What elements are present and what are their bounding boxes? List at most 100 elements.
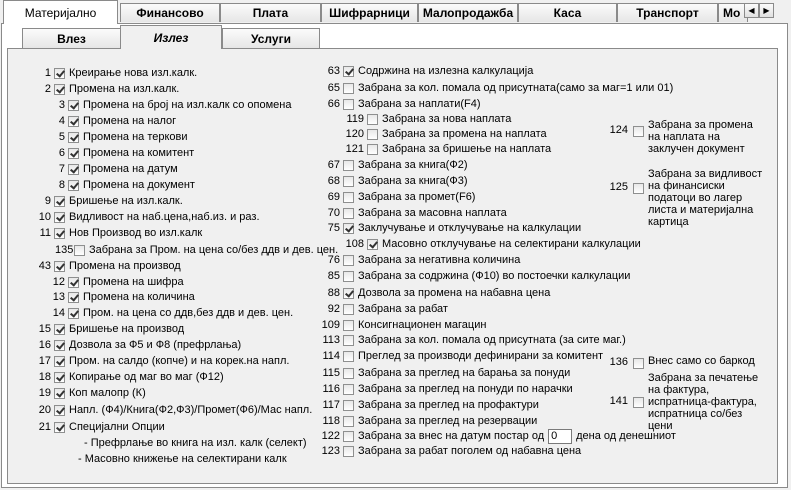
tab-plata[interactable]: Плата: [220, 3, 321, 22]
permission-checkbox[interactable]: [633, 183, 644, 194]
permission-label[interactable]: Промена на производ: [69, 260, 181, 272]
permission-label[interactable]: Специјални Опции: [69, 421, 165, 433]
permission-label[interactable]: Забрана за преглед на понуди по нарачки: [358, 383, 573, 395]
permission-checkbox[interactable]: [343, 334, 354, 346]
permission-label[interactable]: Промена на изл.калк.: [69, 83, 179, 95]
permission-label[interactable]: Забрана за негативна количина: [358, 254, 520, 266]
permission-checkbox[interactable]: [54, 260, 65, 272]
permission-label[interactable]: Консигнационен магацин: [358, 319, 486, 331]
permission-label[interactable]: Промена на теркови: [83, 131, 188, 143]
permission-checkbox[interactable]: [343, 287, 354, 299]
permission-label[interactable]: Забрана за видливост на финансиски подат…: [648, 168, 768, 228]
permission-checkbox[interactable]: [343, 175, 354, 187]
permission-checkbox[interactable]: [343, 430, 354, 442]
permission-label[interactable]: Масовно отклучување на селектирани калку…: [382, 238, 641, 250]
permission-label[interactable]: Промена на датум: [83, 163, 178, 175]
permission-checkbox[interactable]: [54, 323, 65, 335]
permission-label[interactable]: Забрана за преглед на барања за понуди: [358, 367, 570, 379]
permission-label[interactable]: Забрана за печатење на фактура, испратни…: [648, 372, 766, 432]
permission-label[interactable]: Забрана за книга(Ф3): [358, 175, 468, 187]
permission-checkbox[interactable]: [54, 387, 65, 399]
permission-label[interactable]: Бришење на производ: [69, 323, 184, 335]
permission-checkbox[interactable]: [633, 126, 644, 137]
permission-checkbox[interactable]: [343, 319, 354, 331]
permission-checkbox[interactable]: [343, 303, 354, 315]
permission-checkbox[interactable]: [68, 99, 79, 111]
permission-label[interactable]: Преглед за производи дефинирани за комит…: [358, 350, 603, 362]
permission-label[interactable]: Забрана за преглед на профактури: [358, 399, 539, 411]
permission-checkbox[interactable]: [367, 143, 378, 155]
permission-label[interactable]: Забрана за кол. помала од присутната (за…: [358, 334, 626, 346]
permission-checkbox[interactable]: [343, 82, 354, 94]
tab-izlez[interactable]: Излез: [120, 25, 222, 49]
permission-label[interactable]: Забрана за кол. помала од присутната(сам…: [358, 82, 673, 94]
permission-checkbox[interactable]: [343, 415, 354, 427]
permission-label[interactable]: Промена на комитент: [83, 147, 194, 159]
permission-label[interactable]: Забрана за промена на наплата: [382, 128, 547, 140]
permission-checkbox[interactable]: [74, 244, 85, 256]
tab-maloprodazba[interactable]: Малопродажба: [418, 3, 518, 22]
permission-checkbox[interactable]: [54, 227, 65, 239]
permission-label[interactable]: Промена на шифра: [83, 276, 184, 288]
permission-label[interactable]: Креирање нова изл.калк.: [69, 67, 197, 79]
tab-finansovo[interactable]: Финансово: [120, 3, 220, 22]
permission-label[interactable]: Промена на количина: [83, 291, 195, 303]
permission-checkbox[interactable]: [54, 404, 65, 416]
permission-checkbox[interactable]: [54, 67, 65, 79]
permission-label[interactable]: Забрана за книга(Ф2): [358, 159, 468, 171]
permission-checkbox[interactable]: [367, 238, 378, 250]
tab-vlez[interactable]: Влез: [22, 28, 121, 48]
permission-checkbox[interactable]: [68, 115, 79, 127]
permission-label[interactable]: Промена на налог: [83, 115, 176, 127]
days-input[interactable]: 0: [548, 428, 573, 444]
permission-checkbox[interactable]: [343, 254, 354, 266]
permission-checkbox[interactable]: [633, 397, 644, 408]
permission-label[interactable]: Забрана за рабат поголем од набавна цена: [358, 445, 581, 457]
permission-checkbox[interactable]: [54, 339, 65, 351]
permission-checkbox[interactable]: [68, 163, 79, 175]
permission-checkbox[interactable]: [343, 222, 354, 234]
arrow-left-icon[interactable]: ◀: [744, 3, 759, 18]
permission-checkbox[interactable]: [367, 128, 378, 140]
permission-label[interactable]: Забрана за рабат: [358, 303, 448, 315]
permission-checkbox[interactable]: [343, 270, 354, 282]
permission-checkbox[interactable]: [367, 113, 378, 125]
permission-checkbox[interactable]: [343, 445, 354, 457]
permission-checkbox[interactable]: [54, 211, 65, 223]
permission-label[interactable]: Забрана за промет(F6): [358, 191, 475, 203]
permission-label[interactable]: Коп малопр (К): [69, 387, 146, 399]
permission-label[interactable]: Пром. на цена со ддв,без ддв и дев. цен.: [83, 307, 293, 319]
permission-checkbox[interactable]: [54, 421, 65, 433]
permission-checkbox[interactable]: [343, 159, 354, 171]
permission-label[interactable]: Забрана за бришење на наплата: [382, 143, 551, 155]
permission-checkbox[interactable]: [54, 195, 65, 207]
tab-transport[interactable]: Транспорт: [617, 3, 718, 22]
tab-sifrarnici[interactable]: Шифрарници: [321, 3, 418, 22]
permission-label[interactable]: Пром. на салдо (копче) и на корек.на нап…: [69, 355, 289, 367]
permission-checkbox[interactable]: [68, 291, 79, 303]
permission-label[interactable]: Копирање од маг во маг (Ф12): [69, 371, 224, 383]
permission-checkbox[interactable]: [343, 350, 354, 362]
permission-checkbox[interactable]: [68, 179, 79, 191]
permission-label[interactable]: Бришење на изл.калк.: [69, 195, 183, 207]
permission-label[interactable]: Промена на број на изл.калк со опомена: [83, 99, 291, 111]
permission-label[interactable]: Напл. (Ф4)/Книга(Ф2,Ф3)/Промет(Ф6)/Мас н…: [69, 404, 312, 416]
permission-checkbox[interactable]: [54, 371, 65, 383]
permission-label[interactable]: Забрана за преглед на резервации: [358, 415, 537, 427]
permission-checkbox[interactable]: [343, 98, 354, 110]
tab-uslugi[interactable]: Услуги: [222, 28, 320, 48]
permission-label[interactable]: Дозвола за промена на набавна цена: [358, 287, 550, 299]
permission-label[interactable]: Забрана за содржина (Ф10) во постоечки к…: [358, 270, 630, 282]
permission-label[interactable]: Внес само со баркод: [648, 355, 768, 367]
permission-label[interactable]: Дозвола за Ф5 и Ф8 (префрлања): [69, 339, 241, 351]
permission-label[interactable]: Нов Производ во изл.калк: [69, 227, 202, 239]
permission-label[interactable]: Забрана за Пром. на цена со/без ддв и де…: [89, 244, 338, 256]
permission-label[interactable]: Содржина на излезна калкулација: [358, 65, 533, 77]
permission-checkbox[interactable]: [343, 207, 354, 219]
permission-label[interactable]: Промена на документ: [83, 179, 195, 191]
permission-label[interactable]: Забрана за наплати(F4): [358, 98, 481, 110]
permission-checkbox[interactable]: [343, 399, 354, 411]
permission-label[interactable]: Заклучување и отклучување на калкулации: [358, 222, 581, 234]
permission-checkbox[interactable]: [68, 131, 79, 143]
tab-materijalno[interactable]: Материјално: [3, 0, 118, 24]
